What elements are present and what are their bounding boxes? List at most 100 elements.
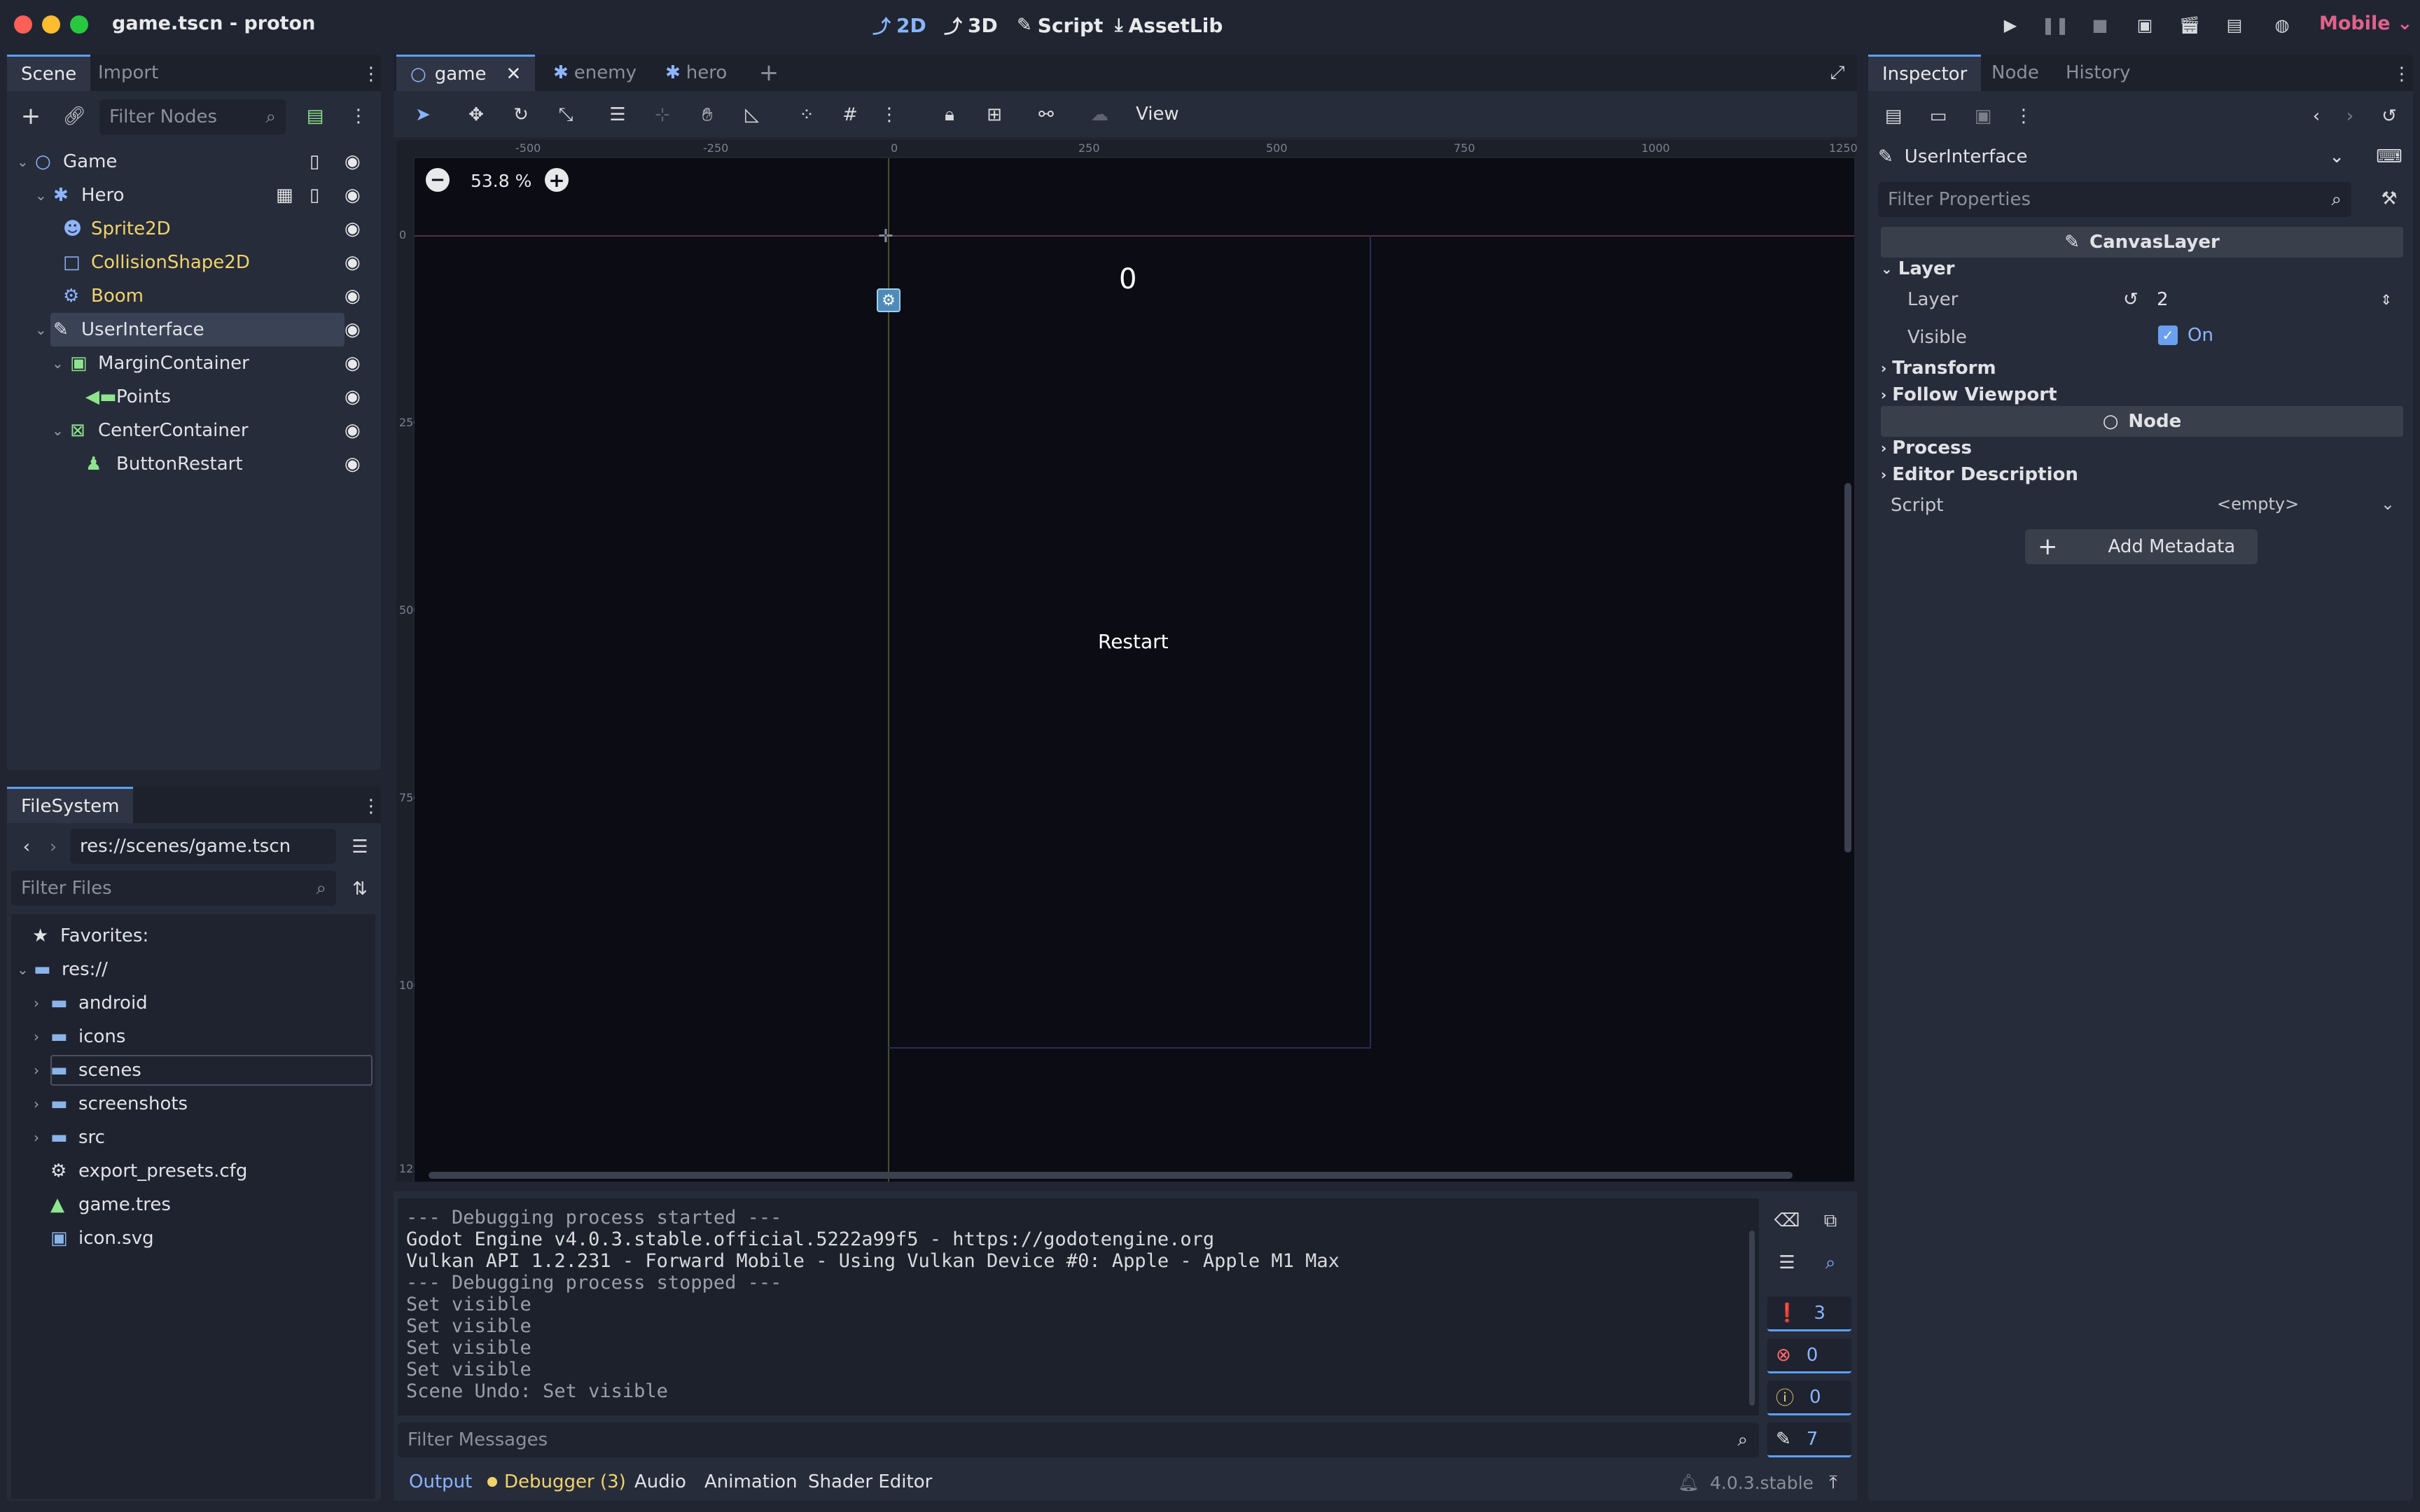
visibility-eye-icon[interactable]: ◉ [345, 420, 361, 441]
toggle-split-button[interactable]: ☰ [346, 833, 374, 861]
tree-node-margincontainer[interactable]: ⌄ ▣ MarginContainer ◉ [7, 346, 378, 380]
open-docs-button[interactable]: ⌨ [2374, 143, 2405, 171]
zoom-in-button[interactable]: + [545, 168, 569, 192]
editor-tab-enemy[interactable]: ✱ enemy [539, 55, 651, 91]
attach-script-button[interactable]: ▤ [300, 102, 331, 130]
pivot-mode-button[interactable]: ⊹ [647, 101, 678, 129]
script-icon[interactable]: ▯ [310, 151, 319, 172]
play-button[interactable]: ▶ [1997, 13, 2024, 38]
inspector-back-button[interactable]: ‹ [2304, 102, 2329, 130]
rotate-mode-button[interactable]: ↻ [506, 101, 536, 129]
hero-sprite-icon[interactable]: ⚙ [877, 288, 900, 312]
filter-messages-input[interactable]: Filter Messages ⌕ [398, 1422, 1759, 1457]
tree-node-hero[interactable]: ⌄ ✱ Hero ▦ ▯ ◉ [7, 178, 378, 212]
file-item-screenshots[interactable]: › ▬ screenshots [7, 1087, 378, 1121]
filter-files-input[interactable]: Filter Files ⌕ [11, 871, 336, 906]
layer-spinbox[interactable]: 2 ⇕ [2157, 286, 2398, 314]
filter-errors-toggle[interactable]: ⊗ 0 [1767, 1338, 1851, 1373]
tree-node-game[interactable]: ⌄ ○ Game ▯ ◉ [7, 145, 378, 178]
revert-icon[interactable]: ↺ [2123, 289, 2139, 310]
remote-debug-button[interactable]: ▣ [2132, 13, 2158, 38]
ruler-mode-button[interactable]: ◺ [737, 101, 767, 129]
collapse-duplicates-button[interactable]: ☰ [1772, 1249, 1802, 1277]
clear-output-button[interactable]: ⌫ [1772, 1207, 1802, 1235]
list-select-button[interactable]: ☰ [602, 101, 633, 129]
tab-animation[interactable]: Animation [704, 1471, 798, 1492]
editor-notification-icon[interactable]: 🔔︎ [1678, 1473, 1699, 1492]
restart-button-preview[interactable]: Restart [1098, 630, 1169, 653]
object-selector[interactable]: ✎ UserInterface ⌄ [1878, 141, 2354, 172]
clapper-icon[interactable]: ▦ [276, 185, 293, 206]
inspector-forward-button[interactable]: › [2337, 102, 2363, 130]
tab-inspector[interactable]: Inspector [1868, 55, 1982, 91]
copy-output-button[interactable]: ⧉ [1815, 1207, 1846, 1235]
stop-button[interactable]: ■ [2087, 13, 2113, 38]
horizontal-scrollbar[interactable] [429, 1172, 1793, 1179]
scene-tree-menu-button[interactable]: ⋮ [343, 102, 374, 130]
expand-bottom-panel-button[interactable]: ⤒ [1819, 1469, 1847, 1497]
output-scrollbar[interactable] [1749, 1231, 1755, 1406]
file-item-res[interactable]: ⌄ ▬ res:// [7, 953, 378, 986]
new-scene-tab-button[interactable]: + [753, 59, 784, 87]
workspace-script-button[interactable]: ✎ Script [1017, 11, 1103, 39]
inspector-menu-button[interactable]: ⋮ [2392, 60, 2412, 88]
visibility-eye-icon[interactable]: ◉ [345, 185, 361, 206]
visibility-eye-icon[interactable]: ◉ [345, 286, 361, 307]
lock-button[interactable]: 🔒︎ [934, 101, 965, 129]
file-item-src[interactable]: › ▬ src [7, 1121, 378, 1154]
tab-filesystem[interactable]: FileSystem [7, 787, 134, 823]
tab-import[interactable]: Import [84, 55, 172, 91]
filter-log-toggle[interactable]: ❗ 3 [1767, 1296, 1851, 1331]
visible-checkbox[interactable]: ✓ On [2158, 325, 2213, 346]
tree-node-userinterface[interactable]: ⌄ ✎ UserInterface ◉ [7, 313, 378, 346]
property-tools-button[interactable]: ⚒ [2374, 185, 2405, 213]
zoom-out-button[interactable]: − [426, 168, 450, 192]
history-forward-button[interactable]: › [41, 833, 66, 861]
add-node-button[interactable]: + [15, 102, 46, 130]
tree-node-buttonrestart[interactable]: ♟ ButtonRestart ◉ [7, 447, 378, 481]
add-metadata-button[interactable]: + Add Metadata [2025, 529, 2258, 564]
toggle-search-button[interactable]: ⌕ [1815, 1249, 1846, 1277]
tab-scene[interactable]: Scene [7, 55, 91, 91]
minimize-window-button[interactable] [42, 15, 60, 34]
visibility-eye-icon[interactable]: ◉ [345, 386, 361, 407]
scale-mode-button[interactable]: ⤡ [550, 101, 581, 129]
file-item-favorites[interactable]: ★ Favorites: [7, 919, 378, 953]
save-resource-button[interactable]: ▣ [1968, 102, 1998, 130]
camera-override-button[interactable]: ☁ [1084, 101, 1115, 129]
pan-mode-button[interactable]: ✋︎ [692, 101, 723, 129]
file-item-export-presets[interactable]: ⚙ export_presets.cfg [7, 1154, 378, 1188]
file-item-icons[interactable]: › ▬ icons [7, 1020, 378, 1054]
new-resource-button[interactable]: ▤ [1878, 102, 1909, 130]
play-scene-button[interactable]: 🎬︎ [2176, 13, 2203, 38]
vertical-scrollbar[interactable] [1844, 483, 1851, 853]
resource-menu-button[interactable]: ⋮ [2014, 102, 2033, 130]
output-log[interactable]: --- Debugging process started --- Godot E… [398, 1198, 1759, 1415]
tree-node-centercontainer[interactable]: ⌄ ⊠ CenterContainer ◉ [7, 414, 378, 447]
load-resource-button[interactable]: ▭ [1923, 102, 1954, 130]
script-icon[interactable]: ▯ [310, 185, 319, 206]
snap-options-button[interactable]: ⋮ [879, 101, 899, 129]
editor-description-group-header[interactable]: › Editor Description [1881, 459, 2399, 490]
skeleton-button[interactable]: ⚯ [1031, 101, 1062, 129]
file-item-android[interactable]: › ▬ android [7, 986, 378, 1020]
tab-output[interactable]: Output [409, 1471, 472, 1492]
visibility-eye-icon[interactable]: ◉ [345, 353, 361, 374]
visibility-eye-icon[interactable]: ◉ [345, 218, 361, 239]
close-icon[interactable]: ✕ [506, 64, 521, 85]
select-mode-button[interactable]: ➤ [408, 101, 438, 129]
tree-node-points[interactable]: ◀▬ Points ◉ [7, 380, 378, 414]
zoom-level[interactable]: 53.8 % [471, 171, 531, 191]
filter-warnings-toggle[interactable]: ⓘ 0 [1767, 1380, 1851, 1415]
filter-editor-toggle[interactable]: ✎ 7 [1767, 1422, 1851, 1457]
instance-scene-button[interactable]: 🔗︎ [59, 102, 90, 130]
layer-group-header[interactable]: ⌄ Layer [1881, 253, 2399, 284]
filter-properties-input[interactable]: Filter Properties ⌕ [1878, 182, 2351, 217]
scene-dock-menu-button[interactable]: ⋮ [361, 60, 381, 88]
points-label[interactable]: 0 [1119, 263, 1136, 295]
pause-button[interactable]: ❚❚ [2041, 13, 2069, 38]
path-field[interactable]: res://scenes/game.tscn [70, 829, 336, 864]
visibility-eye-icon[interactable]: ◉ [345, 252, 361, 273]
zoom-window-button[interactable] [70, 15, 88, 34]
visibility-eye-icon[interactable]: ◉ [345, 454, 361, 475]
